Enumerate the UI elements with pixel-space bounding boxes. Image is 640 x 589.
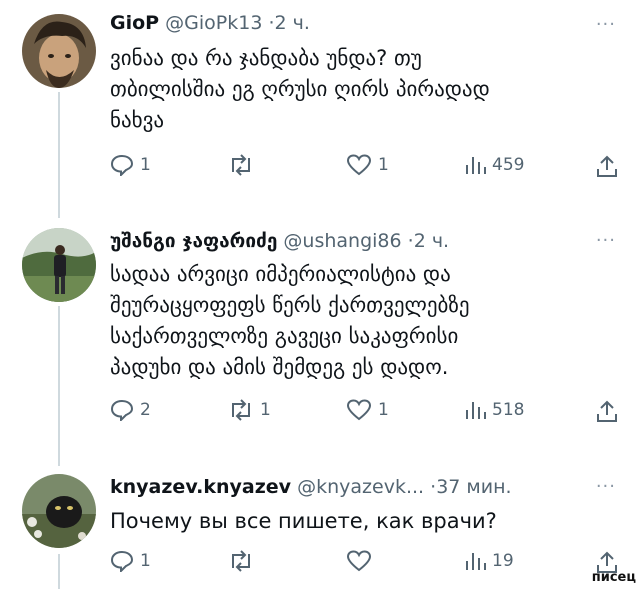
reply-button[interactable]: 2 <box>110 399 151 421</box>
analytics-icon <box>466 157 486 174</box>
views-button[interactable]: 518 <box>464 399 524 421</box>
analytics-icon <box>466 402 486 419</box>
tweet-actions: 2 1 1 518 <box>110 399 620 429</box>
more-options-button[interactable]: ··· <box>596 230 616 251</box>
avatar[interactable] <box>22 474 96 548</box>
retweet-icon <box>232 550 250 572</box>
tweet-text-line: ნახვა <box>110 108 165 132</box>
user-handle[interactable]: @knyazevk... <box>297 476 424 498</box>
tweet-text-line: თბილისშია ეგ ღრუსი ღირს პირადად <box>110 77 490 101</box>
tweet[interactable]: knyazev.knyazev @knyazevk... ·37 мин. ··… <box>0 466 640 589</box>
views-button[interactable]: 459 <box>464 154 524 176</box>
reply-count: 1 <box>140 155 151 175</box>
more-options-button[interactable]: ··· <box>596 476 616 497</box>
tweet-text: ვინაა და რა ჯანდაბა უნდა? თუ თბილისშია ე… <box>110 43 610 136</box>
tweet-header: GioP @GioPk13 ·2 ч. <box>110 12 310 34</box>
tweet-text: სადაა არვიცი იმპერიალისტია და შეურაცყოფე… <box>110 259 610 383</box>
analytics-icon <box>466 553 486 570</box>
tweet[interactable]: უშანგი ჯაფარიძე @ushangi86 ·2 ч. ··· სად… <box>0 218 640 458</box>
retweet-button[interactable]: 1 <box>228 399 271 421</box>
reply-icon <box>110 154 134 176</box>
tweet-text-line: ვინაა და რა ჯანდაბა უნდა? თუ <box>110 46 422 70</box>
heart-icon <box>346 154 372 176</box>
tweet-text-line: პადუხი და ამის შემდეგ ეს დადო. <box>110 355 449 379</box>
reply-button[interactable]: 1 <box>110 550 151 572</box>
avatar[interactable] <box>22 14 96 88</box>
tweet-header: knyazev.knyazev @knyazevk... ·37 мин. <box>110 476 512 498</box>
share-button[interactable] <box>596 399 618 423</box>
reply-count: 1 <box>140 551 151 571</box>
share-icon <box>597 400 617 422</box>
tweet[interactable]: GioP @GioPk13 ·2 ч. ··· ვინაა და რა ჯანდ… <box>0 0 640 200</box>
tweet-actions: 1 1 459 <box>110 154 620 184</box>
retweet-icon <box>232 154 250 176</box>
avatar[interactable] <box>22 228 96 302</box>
heart-icon <box>346 399 372 421</box>
tweet-text: Почему вы все пишете, как врачи? <box>110 506 610 537</box>
user-handle[interactable]: @ushangi86 <box>283 230 401 252</box>
view-count: 518 <box>492 400 525 420</box>
reply-icon <box>110 399 134 421</box>
display-name[interactable]: უშანგი ჯაფარიძე <box>110 230 277 252</box>
heart-icon <box>346 550 372 572</box>
share-button[interactable] <box>596 154 618 178</box>
tweet-text-line: Почему вы все пишете, как врачи? <box>110 509 497 533</box>
display-name[interactable]: knyazev.knyazev <box>110 476 291 498</box>
retweet-count: 1 <box>260 400 271 420</box>
like-count: 1 <box>378 155 389 175</box>
timestamp[interactable]: 2 ч. <box>275 12 310 34</box>
retweet-icon <box>232 399 250 421</box>
watermark: писец <box>591 570 636 585</box>
share-icon <box>597 155 617 177</box>
like-button[interactable] <box>346 550 378 572</box>
like-count: 1 <box>378 400 389 420</box>
tweet-header: უშანგი ჯაფარიძე @ushangi86 ·2 ч. <box>110 230 449 252</box>
retweet-button[interactable] <box>228 550 260 572</box>
retweet-button[interactable] <box>228 154 260 176</box>
tweet-actions: 1 19 <box>110 550 620 580</box>
reply-count: 2 <box>140 400 151 420</box>
view-count: 19 <box>492 551 514 571</box>
like-button[interactable]: 1 <box>346 399 389 421</box>
tweet-text-line: სადაა არვიცი იმპერიალისტია და <box>110 262 451 286</box>
like-button[interactable]: 1 <box>346 154 389 176</box>
user-handle[interactable]: @GioPk13 <box>165 12 262 34</box>
tweet-text-line: შეურაცყოფეფს წერს ქართველებზე <box>110 293 470 317</box>
timestamp[interactable]: 37 мин. <box>436 476 511 498</box>
display-name[interactable]: GioP <box>110 12 159 34</box>
reply-icon <box>110 550 134 572</box>
timestamp[interactable]: 2 ч. <box>414 230 449 252</box>
views-button[interactable]: 19 <box>464 550 514 572</box>
view-count: 459 <box>492 155 525 175</box>
more-options-button[interactable]: ··· <box>596 14 616 35</box>
tweet-text-line: საქართველოზე გავეცი საკაფრისი <box>110 324 459 348</box>
reply-button[interactable]: 1 <box>110 154 151 176</box>
